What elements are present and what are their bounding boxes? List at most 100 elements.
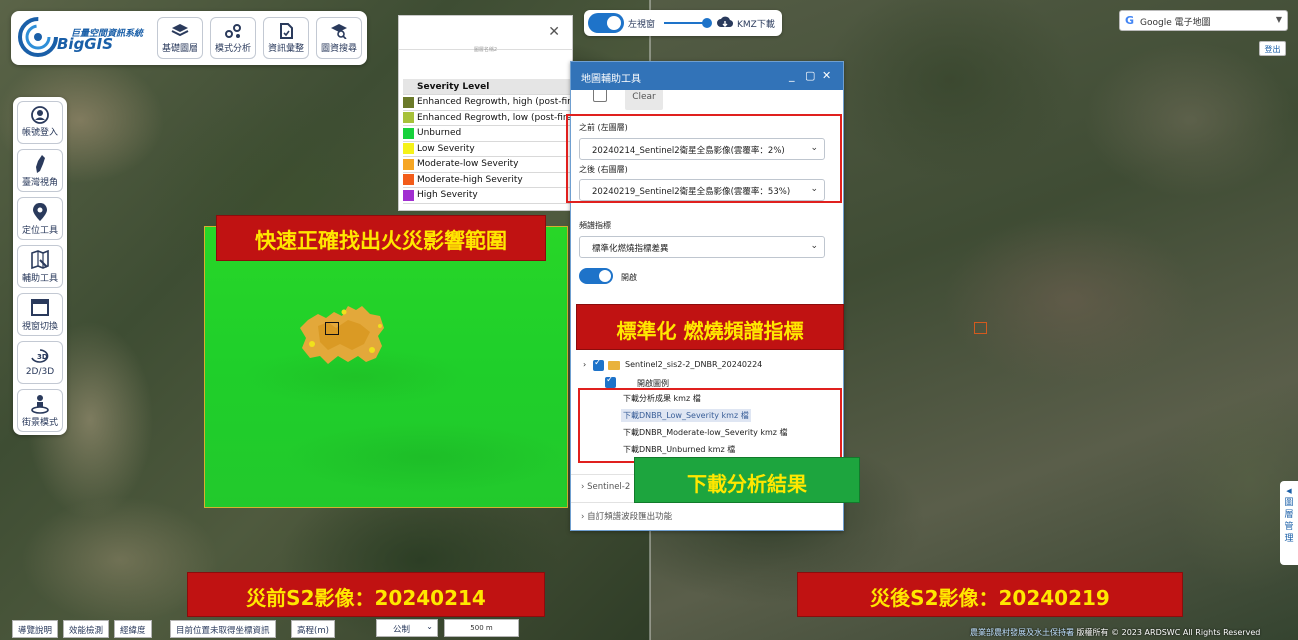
elevation-button[interactable]: 高程(m): [291, 620, 335, 638]
annotation-after-text: 災後S2影像：20240219: [870, 586, 1110, 610]
maximize-icon[interactable]: ▢: [805, 69, 815, 82]
sidebar-2d-3d-toggle[interactable]: 3D 2D/3D: [17, 341, 63, 384]
legend-row: Enhanced Regrowth, low (post-fire): [403, 110, 580, 126]
opacity-slider-handle[interactable]: [702, 18, 712, 28]
enable-switch-label: 開啟: [621, 273, 637, 282]
sidebar-item-label: 街景模式: [21, 418, 58, 428]
section-custom-label: 自訂頻譜波段匯出功能: [587, 512, 673, 522]
sidebar-item-label: 2D/3D: [25, 367, 55, 377]
annotation-download-text: 下載分析結果: [687, 472, 807, 496]
header-toolbar: 巨量空間資訊系統 BigGIS 基礎圖層 模式分析 資訊彙整 圖資搜尋: [11, 11, 367, 65]
guide-button[interactable]: 導覽說明: [12, 620, 59, 638]
annotation-download: 下載分析結果: [634, 457, 860, 503]
legend-swatch: [403, 174, 414, 186]
location-pin-icon: [33, 203, 47, 221]
legend-swatch: [403, 143, 414, 155]
google-icon: G: [1125, 14, 1135, 27]
toolbar-model-analysis-button[interactable]: 模式分析: [210, 17, 256, 59]
spectral-index-value: 標準化燃燒指標差異: [592, 244, 669, 254]
section-custom-band-export[interactable]: › 自訂頻譜波段匯出功能: [571, 502, 843, 526]
unit-value: 公制: [393, 625, 411, 635]
toolbar-map-search-button[interactable]: 圖資搜尋: [316, 17, 362, 59]
legend-checkbox[interactable]: [605, 375, 616, 388]
annotation-dnbr-text: 標準化 燃燒頻譜指標: [616, 319, 804, 343]
logo-english-name: BigGIS: [57, 35, 114, 53]
cloud-download-icon[interactable]: [717, 15, 733, 31]
dnbr-analysis-overlay: [204, 226, 568, 508]
legend-swatch: [403, 112, 414, 124]
sidebar-item-label: 視窗切換: [21, 322, 58, 332]
legend-label: Enhanced Regrowth, low (post-fire): [414, 110, 580, 126]
layers-icon: [171, 24, 189, 37]
clear-checkbox[interactable]: [593, 90, 607, 102]
sidebar-item-label: 臺灣視角: [21, 178, 58, 188]
chevron-down-icon: ⌄: [810, 241, 818, 251]
chevron-down-icon: ⌄: [426, 622, 433, 631]
copyright: 農業部農村發展及水土保持署 版權所有 © 2023 ARDSWC All Rig…: [970, 627, 1260, 638]
sidebar-item-label: 定位工具: [21, 226, 58, 236]
toolbar-info-summary-button[interactable]: 資訊彙整: [263, 17, 309, 59]
clear-button[interactable]: Clear: [625, 90, 663, 110]
unit-select[interactable]: 公制 ⌄: [376, 619, 438, 637]
spectral-index-select[interactable]: 標準化燃燒指標差異 ⌄: [579, 236, 825, 258]
biggis-logo-icon: [18, 17, 58, 57]
legend-header: ✕ 圖層名稱2: [399, 16, 572, 53]
copyright-text: 版權所有 © 2023 ARDSWC All Rights Reserved: [1076, 628, 1261, 637]
sidebar-account-login[interactable]: 帳號登入: [17, 101, 63, 144]
map-tools-title: 地圖輔助工具: [581, 74, 641, 85]
sidebar-window-switch[interactable]: 視窗切換: [17, 293, 63, 336]
legend-table: Severity Level Enhanced Regrowth, high (…: [403, 79, 580, 204]
logout-button[interactable]: 登出: [1259, 41, 1286, 56]
analysis-icon: [225, 24, 241, 38]
sidebar-taiwan-view[interactable]: 臺灣視角: [17, 149, 63, 192]
toolbar-label: 模式分析: [214, 44, 251, 54]
annotation-before-text: 災前S2影像：20240214: [246, 586, 486, 610]
lat-lon-button[interactable]: 經緯度: [114, 620, 152, 638]
copyright-org-link[interactable]: 農業部農村發展及水土保持署: [970, 628, 1074, 637]
annotation-dnbr: 標準化 燃燒頻譜指標: [576, 304, 844, 350]
legend-label: Low Severity: [414, 141, 580, 157]
left-window-toggle[interactable]: [588, 13, 624, 33]
legend-row: Moderate-low Severity: [403, 156, 580, 173]
map-tools-header: 地圖輔助工具 _ ▢ ✕: [571, 62, 843, 90]
toolbar-base-layers-button[interactable]: 基礎圖層: [157, 17, 203, 59]
chevron-right-icon: ›: [583, 360, 587, 369]
close-icon[interactable]: ✕: [822, 69, 831, 82]
left-sidebar: 帳號登入 臺灣視角 定位工具 輔助工具 視窗切換 3D 2D/3D 街景模式: [13, 97, 67, 435]
highlight-layer-selection: [566, 114, 842, 203]
legend-label: Unburned: [414, 125, 580, 142]
compare-toggle-bar: 左視窗 KMZ下載: [584, 10, 782, 36]
chevron-down-icon: ▼: [1275, 15, 1282, 24]
kmz-download-label[interactable]: KMZ下載: [737, 17, 775, 30]
svg-text:3D: 3D: [37, 353, 48, 361]
annotation-after: 災後S2影像：20240219: [797, 572, 1183, 617]
layer-name: Sentinel2_sis2-2_DNBR_20240224: [625, 360, 763, 369]
legend-title: Severity Level: [414, 79, 580, 95]
close-icon[interactable]: ✕: [548, 24, 560, 40]
minimize-icon[interactable]: _: [789, 69, 795, 82]
window-icon: [31, 299, 49, 316]
tab-char: 理: [1284, 534, 1294, 544]
annotation-fire-range-text: 快速正確找出火災影響範圍: [255, 229, 507, 253]
legend-row: Enhanced Regrowth, high (post-fire): [403, 94, 580, 111]
enable-switch[interactable]: [579, 268, 613, 284]
legend-row: Moderate-high Severity: [403, 172, 580, 188]
burn-area-shape: [300, 306, 384, 364]
basemap-select[interactable]: G Google 電子地圖 ▼: [1119, 10, 1288, 31]
legend-swatch: [403, 189, 414, 201]
legend-label: Moderate-low Severity: [414, 156, 580, 173]
sidebar-locate-tool[interactable]: 定位工具: [17, 197, 63, 240]
layer-checkbox[interactable]: [593, 358, 604, 371]
performance-test-button[interactable]: 效能檢測: [63, 620, 110, 638]
aoi-marker-left: [325, 322, 339, 335]
sidebar-aux-tools[interactable]: 輔助工具: [17, 245, 63, 288]
highlight-downloads: [578, 388, 842, 463]
sidebar-street-view[interactable]: 街景模式: [17, 389, 63, 432]
map-tool-icon: [31, 250, 49, 270]
legend-subtitle: 圖層名稱2: [473, 47, 498, 53]
legend-row: Unburned: [403, 125, 580, 142]
basemap-value: Google 電子地圖: [1140, 18, 1211, 28]
toolbar-label: 基礎圖層: [161, 44, 198, 54]
folder-icon: [608, 361, 620, 370]
layer-management-tab[interactable]: ◀ 圖 層 管 理: [1280, 481, 1298, 565]
